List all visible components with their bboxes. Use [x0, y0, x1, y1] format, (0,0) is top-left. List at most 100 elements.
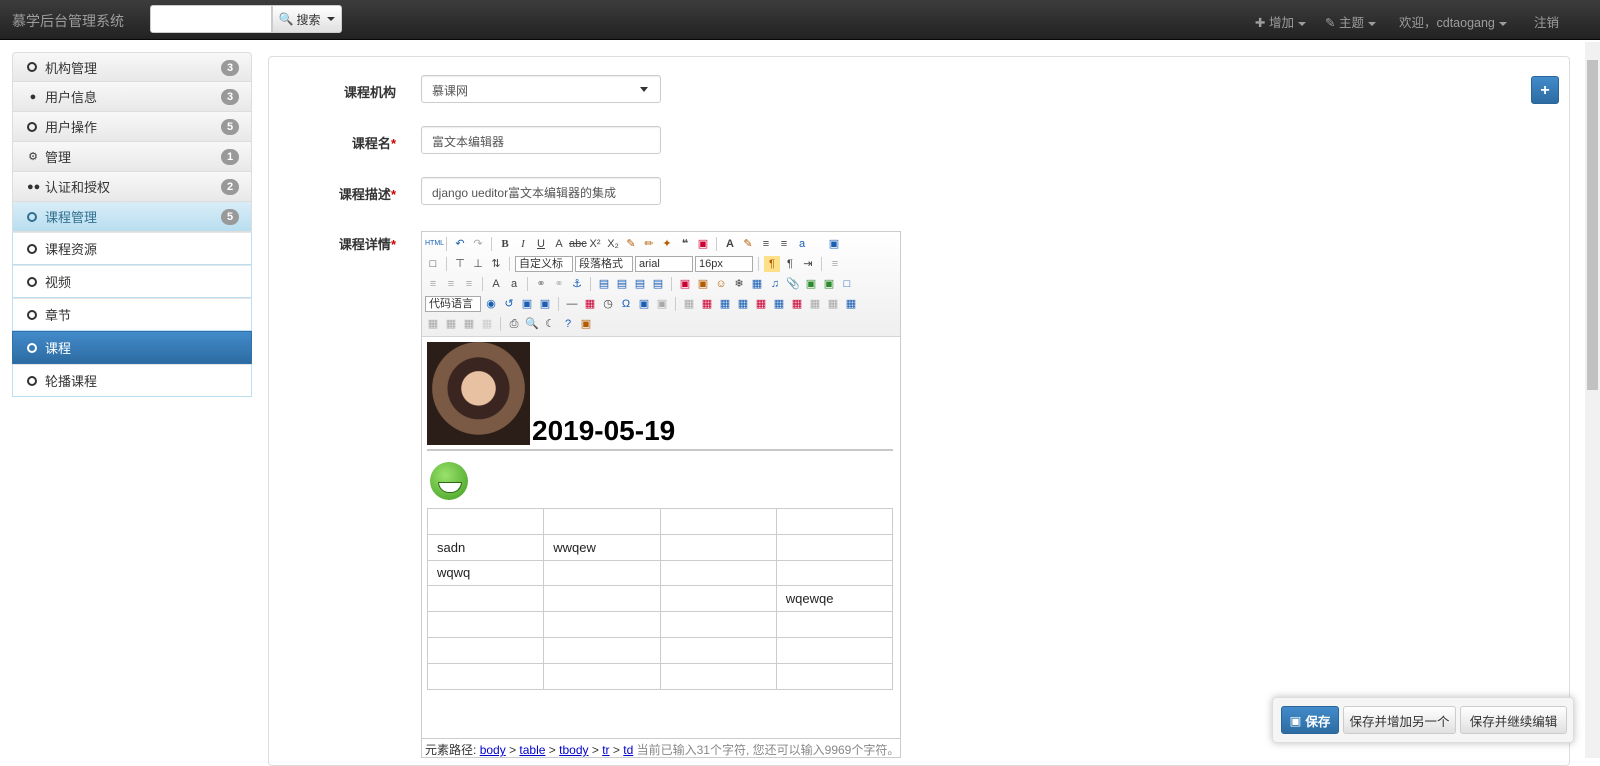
subscript-icon[interactable]: X₂: [605, 236, 621, 252]
link-icon[interactable]: ⚭: [533, 276, 549, 292]
table-cell[interactable]: [659, 636, 777, 664]
new-doc-icon[interactable]: □: [425, 256, 441, 272]
name-field[interactable]: 富文本编辑器: [421, 126, 661, 154]
sidebar-item-course[interactable]: 课程: [12, 331, 252, 364]
table-cell[interactable]: [426, 611, 545, 638]
image-none-icon[interactable]: ▤: [596, 276, 612, 292]
user-menu[interactable]: 欢迎，cdtaogang: [1399, 12, 1507, 31]
special-chars-icon[interactable]: Ω: [618, 296, 634, 312]
table-cell[interactable]: wwqew: [543, 533, 661, 561]
search-button[interactable]: 🔍 搜索: [272, 5, 342, 33]
path-link[interactable]: tr: [602, 743, 609, 757]
background-icon[interactable]: ▣: [537, 296, 553, 312]
save-and-continue-button[interactable]: 保存并继续编辑: [1460, 706, 1567, 734]
time-icon[interactable]: ◷: [600, 296, 616, 312]
insert-image-icon[interactable]: ▣: [695, 276, 711, 292]
custom-title-select[interactable]: 自定义标: [515, 256, 573, 272]
content-table[interactable]: sadn wwqew wqwq wqewqe: [426, 508, 894, 690]
logout-link[interactable]: 注销: [1534, 12, 1559, 31]
table-cell[interactable]: [426, 585, 545, 613]
sidebar-item-course-resource[interactable]: 课程资源: [12, 232, 252, 265]
date-icon[interactable]: ▦: [582, 296, 598, 312]
html-source-icon[interactable]: HTML: [425, 236, 444, 252]
bold-icon[interactable]: B: [497, 236, 513, 252]
table-cell[interactable]: [775, 636, 894, 664]
delete-table-icon[interactable]: ▦: [699, 296, 715, 312]
template-icon[interactable]: ▣: [519, 296, 535, 312]
desc-field[interactable]: django ueditor富文本编辑器的集成: [421, 177, 661, 205]
align-right-icon[interactable]: ≡: [461, 276, 477, 292]
insert-col-icon[interactable]: ▦: [771, 296, 787, 312]
editor-content[interactable]: 2019-05-19 sadn wwqew wqwq wqewqe: [422, 337, 900, 737]
align-left-icon[interactable]: ≡: [425, 276, 441, 292]
horizontal-rule-icon[interactable]: —: [564, 296, 580, 312]
eraser-icon[interactable]: ✎: [623, 236, 639, 252]
image-left-icon[interactable]: ▤: [614, 276, 630, 292]
delete-row-icon[interactable]: ▦: [753, 296, 769, 312]
sidebar-group-user-info[interactable]: ● 用户信息 3: [12, 82, 252, 112]
paragraph-select[interactable]: 段落格式: [575, 256, 633, 272]
font-family-select[interactable]: arial: [635, 256, 693, 272]
scrollbar-thumb[interactable]: [1587, 60, 1598, 390]
sidebar-group-admin[interactable]: ⚙ 管理 1: [12, 142, 252, 172]
table-cell[interactable]: wqwq: [426, 559, 545, 587]
scrawl-icon[interactable]: ❄: [731, 276, 747, 292]
sidebar-item-banner-course[interactable]: 轮播课程: [12, 364, 252, 397]
brand-title[interactable]: 慕学后台管理系统: [12, 11, 124, 31]
save-and-add-another-button[interactable]: 保存并增加另一个: [1343, 706, 1456, 734]
align-center-icon[interactable]: ≡: [443, 276, 459, 292]
format-brush-icon[interactable]: ✏: [641, 236, 657, 252]
insert-paragraph-before-table-icon[interactable]: ▦: [717, 296, 733, 312]
table-cell[interactable]: [775, 559, 894, 587]
merge-right-icon[interactable]: ▦: [825, 296, 841, 312]
underline-icon[interactable]: U: [533, 236, 549, 252]
preview-icon[interactable]: 🔍: [524, 316, 540, 332]
sidebar-group-course[interactable]: 课程管理 5: [12, 202, 252, 232]
table-cell[interactable]: wqewqe: [775, 585, 894, 613]
save-button[interactable]: ▣ 保存: [1281, 706, 1339, 734]
table-cell[interactable]: [659, 585, 777, 613]
theme-menu[interactable]: ✎ 主题: [1325, 12, 1376, 31]
table-cell[interactable]: [426, 636, 545, 664]
wordimage-icon[interactable]: ▣: [636, 296, 652, 312]
merge-down-icon[interactable]: ▦: [843, 296, 859, 312]
row-spacing-bottom-icon[interactable]: ⊥: [470, 256, 486, 272]
backcolor-icon[interactable]: ✎: [740, 236, 756, 252]
touppercase-icon[interactable]: A: [488, 276, 504, 292]
path-link[interactable]: tbody: [559, 743, 588, 757]
org-select[interactable]: 慕课网: [421, 75, 661, 103]
drafts-icon[interactable]: ▣: [578, 316, 594, 332]
unordered-list-icon[interactable]: ≡: [776, 236, 792, 252]
table-cell[interactable]: [543, 636, 661, 664]
code-language-select[interactable]: 代码语言: [425, 296, 481, 312]
auto-format-icon[interactable]: ✦: [659, 236, 675, 252]
font-size-select[interactable]: 16px: [695, 256, 753, 272]
search-replace-icon[interactable]: ☾: [542, 316, 558, 332]
table-cell[interactable]: sadn: [426, 533, 545, 561]
direction-rtl-icon[interactable]: ¶: [782, 256, 798, 272]
pagebreak-icon[interactable]: ↺: [501, 296, 517, 312]
table-cell[interactable]: [775, 508, 894, 535]
ordered-list-icon[interactable]: ≡: [758, 236, 774, 252]
tolowercase-icon[interactable]: a: [506, 276, 522, 292]
strikethrough-icon[interactable]: abc: [569, 236, 587, 252]
anchor-icon[interactable]: ⚓: [569, 276, 585, 292]
italic-icon[interactable]: I: [515, 236, 531, 252]
gmap-icon[interactable]: ▣: [821, 276, 837, 292]
split-to-rows-icon[interactable]: ▦: [443, 316, 459, 332]
sidebar-group-user-ops[interactable]: 用户操作 5: [12, 112, 252, 142]
delete-col-icon[interactable]: ▦: [789, 296, 805, 312]
insert-row-icon[interactable]: ▦: [735, 296, 751, 312]
superscript-icon[interactable]: X²: [587, 236, 603, 252]
undo-icon[interactable]: ↶: [452, 236, 468, 252]
table-cell[interactable]: [543, 662, 661, 690]
add-menu[interactable]: ✚ 增加: [1255, 12, 1306, 31]
blockquote-icon[interactable]: ❝: [677, 236, 693, 252]
add-related-button[interactable]: +: [1531, 76, 1559, 104]
image-right-icon[interactable]: ▤: [632, 276, 648, 292]
insert-frame-icon[interactable]: □: [839, 276, 855, 292]
print-icon[interactable]: ⎙: [506, 316, 522, 332]
path-link[interactable]: table: [519, 743, 545, 757]
select-all-icon[interactable]: a: [794, 236, 810, 252]
direction-ltr-icon[interactable]: ¶: [764, 256, 780, 272]
